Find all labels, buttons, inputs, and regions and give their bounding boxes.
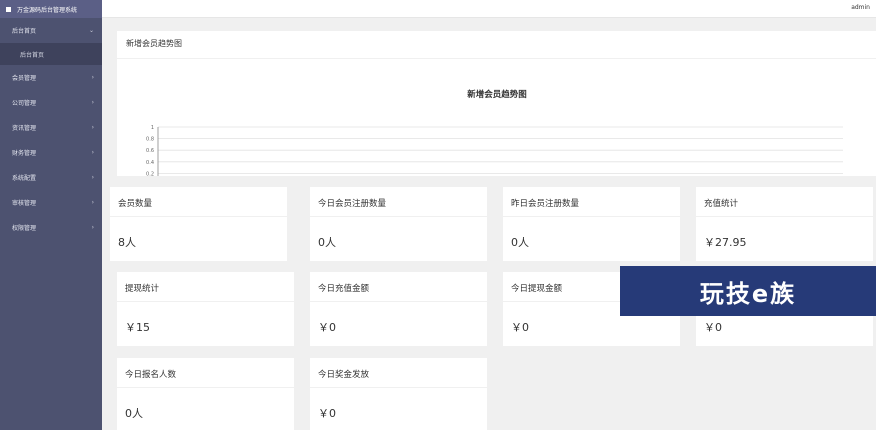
sidebar-item-label: 后台首页 [12, 28, 37, 35]
stat-card-today-recharge: 今日充值金额 ￥0 [310, 272, 487, 346]
card-label: 今日充值金额 [318, 284, 370, 294]
divider [310, 216, 487, 217]
stat-card-today-registrations: 今日会员注册数量 0人 [310, 187, 487, 261]
sidebar-item-permissions[interactable]: 权限管理 › [0, 215, 102, 240]
sidebar-item-label: 会员管理 [12, 75, 37, 82]
divider [310, 387, 487, 388]
stat-card-withdraw-total: 提现统计 ￥15 [117, 272, 294, 346]
sidebar-item-news[interactable]: 资讯管理 › [0, 115, 102, 140]
stat-card-today-signups: 今日报名人数 0人 [117, 358, 294, 430]
submenu-dashboard: 后台首页 [0, 43, 102, 65]
chart-panel: 新增会员趋势图 新增会员趋势图00.20.40.60.81昨天今天明天 [117, 31, 876, 176]
brand[interactable]: 万金源码后台管理系统 [0, 0, 102, 18]
stat-card-member-count: 会员数量 8人 [110, 187, 287, 261]
submenu-item-label: 后台首页 [20, 51, 45, 59]
user-name[interactable]: admin [851, 4, 870, 11]
member-trend-chart: 新增会员趋势图00.20.40.60.81昨天今天明天 [146, 89, 843, 176]
sidebar-item-review[interactable]: 审核管理 › [0, 190, 102, 215]
stat-card-recharge-total: 充值统计 ￥27.95 [696, 187, 873, 261]
card-value: ￥15 [125, 321, 150, 334]
chevron-right-icon: › [91, 224, 94, 231]
divider [696, 216, 873, 217]
chevron-right-icon: › [91, 99, 94, 106]
sidebar-item-settings[interactable]: 系统配置 › [0, 165, 102, 190]
y-tick-label: 0.6 [146, 148, 154, 154]
card-label: 会员数量 [118, 199, 153, 209]
y-tick-label: 0.2 [146, 171, 154, 176]
divider [117, 301, 294, 302]
chart-title: 新增会员趋势图 [467, 89, 527, 100]
sidebar-item-company[interactable]: 公司管理 › [0, 90, 102, 115]
sidebar-item-label: 资讯管理 [12, 125, 37, 132]
card-value: ￥0 [511, 321, 529, 334]
watermark-banner: 玩技e族 [620, 266, 876, 316]
stat-card-yesterday-registrations: 昨日会员注册数量 0人 [503, 187, 680, 261]
card-label: 昨日会员注册数量 [511, 199, 580, 209]
card-label: 今日奖金发放 [318, 370, 370, 380]
chevron-right-icon: › [91, 199, 94, 206]
stat-card-today-bonus: 今日奖金发放 ￥0 [310, 358, 487, 430]
panel-title: 新增会员趋势图 [126, 39, 182, 48]
chevron-right-icon: › [91, 74, 94, 81]
y-tick-label: 0.4 [146, 160, 154, 166]
card-value: ￥0 [318, 407, 336, 420]
sidebar-item-dashboard[interactable]: 后台首页 ⌄ [0, 18, 102, 43]
sidebar-item-label: 系统配置 [12, 175, 37, 182]
chevron-down-icon: ⌄ [88, 27, 94, 34]
y-tick-label: 0.8 [146, 137, 154, 143]
sidebar-item-label: 权限管理 [12, 225, 37, 232]
sidebar-item-label: 审核管理 [12, 200, 37, 207]
watermark-text: 玩技e族 [699, 279, 797, 308]
sidebar-item-label: 公司管理 [12, 100, 37, 107]
divider [310, 301, 487, 302]
top-bar: 万金源码后台管理系统 admin [0, 0, 876, 18]
card-label: 提现统计 [125, 284, 160, 294]
chevron-right-icon: › [91, 149, 94, 156]
sidebar: 后台首页 ⌄ 后台首页 会员管理 › 公司管理 › 资讯管理 › 财务管理 › … [0, 18, 102, 430]
divider [503, 216, 680, 217]
y-tick-label: 1 [151, 125, 154, 131]
submenu-item-dashboard-home[interactable]: 后台首页 [0, 43, 102, 65]
chevron-right-icon: › [91, 174, 94, 181]
sidebar-item-finance[interactable]: 财务管理 › [0, 140, 102, 165]
sidebar-item-label: 财务管理 [12, 150, 37, 157]
card-label: 今日报名人数 [125, 370, 177, 380]
divider [110, 216, 287, 217]
card-value: 0人 [125, 407, 143, 420]
chevron-right-icon: › [91, 124, 94, 131]
card-value: 0人 [318, 236, 336, 249]
card-value: ￥27.95 [704, 236, 747, 249]
card-label: 今日提现金额 [511, 284, 563, 294]
card-value: ￥0 [704, 321, 722, 334]
sidebar-item-members[interactable]: 会员管理 › [0, 65, 102, 90]
card-value: 8人 [118, 236, 136, 249]
divider [117, 387, 294, 388]
card-value: 0人 [511, 236, 529, 249]
menu-toggle-icon[interactable] [6, 6, 11, 12]
card-label: 今日会员注册数量 [318, 199, 387, 209]
card-label: 充值统计 [704, 199, 739, 209]
app-title: 万金源码后台管理系统 [17, 6, 78, 14]
card-value: ￥0 [318, 321, 336, 334]
